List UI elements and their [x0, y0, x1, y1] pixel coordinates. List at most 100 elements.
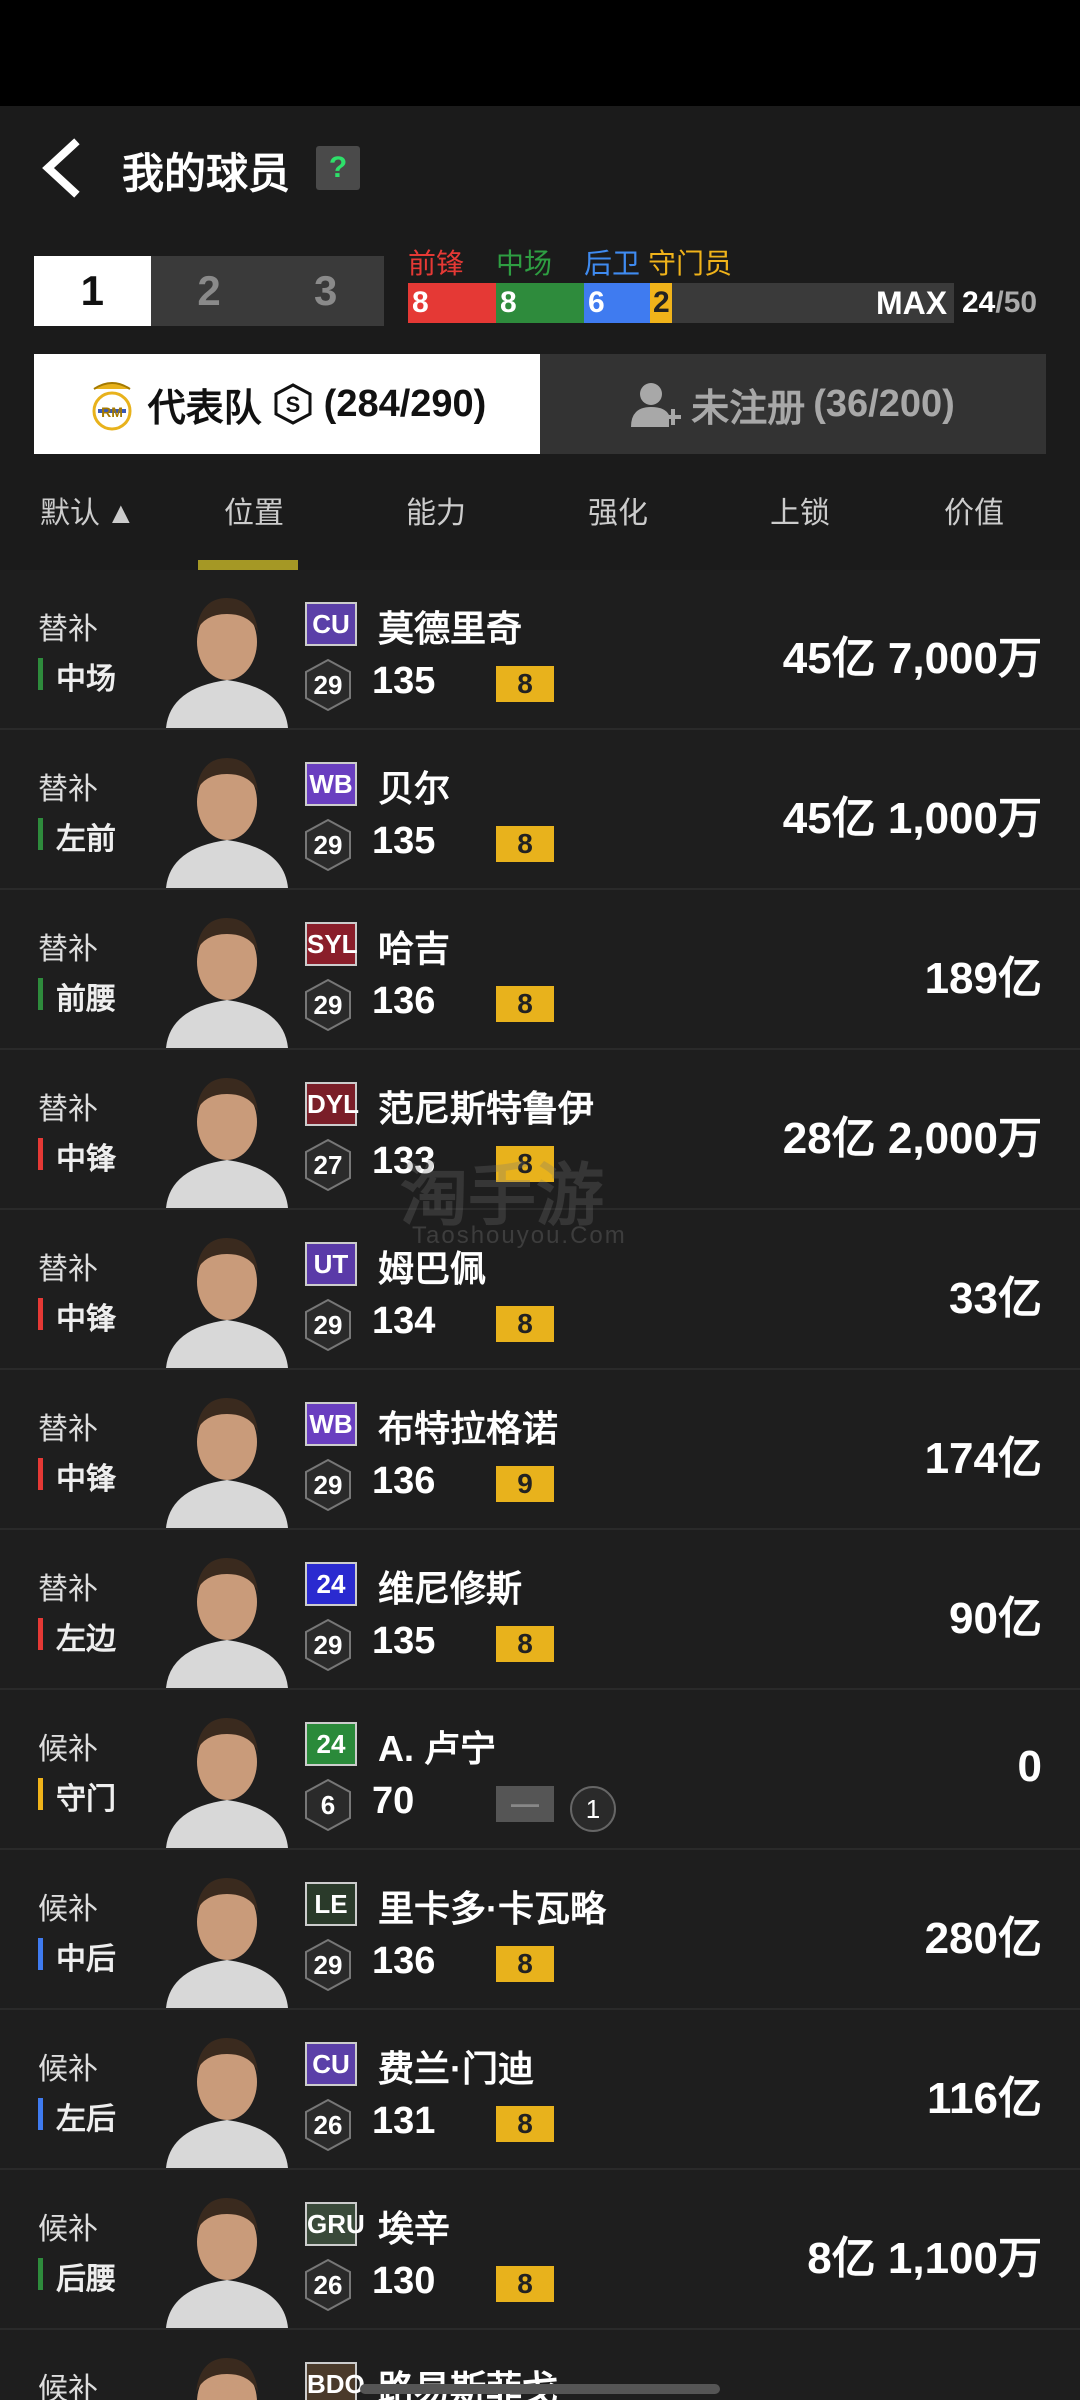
sort-position[interactable]: 位置 — [224, 488, 284, 532]
position-legend: 前锋 中场 后卫 守门员 — [408, 242, 732, 282]
squad-tabs: RM 代表队 S (284/290) 未注册 (36/200) — [34, 354, 1046, 454]
player-level: 26 — [313, 2110, 343, 2140]
player-level: 29 — [313, 670, 343, 700]
player-ovr: 135 — [372, 1620, 436, 1662]
player-row[interactable]: 候补 后腰 GRU 埃辛 26 130 8 8亿 1,100万 — [0, 2170, 1080, 2330]
player-avatar — [166, 1078, 288, 1208]
player-value: 174亿 — [924, 1434, 1042, 1483]
tab-unregistered-label: 未注册 — [691, 387, 806, 430]
player-level: 29 — [313, 1470, 343, 1500]
player-name: 哈吉 — [378, 928, 451, 969]
player-value: 0 — [1017, 1742, 1042, 1791]
player-row[interactable]: 候补 守门 24 A. 卢宁 6 70 — 1 0 — [0, 1690, 1080, 1850]
player-name: 路易斯菲戈 — [378, 2360, 558, 2400]
player-ovr: 70 — [372, 1780, 415, 1822]
player-ovr: 134 — [372, 1300, 436, 1342]
watermark-sub: Taoshouyou.Com — [412, 1222, 627, 1249]
player-level: 29 — [313, 1630, 343, 1660]
enhance-badge: — — [496, 1786, 554, 1822]
back-arrow-icon[interactable] — [36, 138, 86, 198]
help-button[interactable]: ? — [316, 146, 360, 190]
player-position: 中锋 — [38, 1294, 116, 1338]
position-count-bar: 8 8 6 2 — [408, 283, 954, 323]
player-ovr: 135 — [372, 660, 436, 702]
player-avatar — [166, 1558, 288, 1688]
player-value: 90亿 — [949, 1594, 1042, 1643]
player-status: 替补 — [38, 1413, 98, 1446]
player-avatar — [166, 758, 288, 888]
player-level: 29 — [313, 990, 343, 1020]
season-badge: WB — [305, 762, 357, 806]
player-level: 26 — [313, 2270, 343, 2300]
s-coin-icon: S — [274, 383, 312, 425]
player-position: 左后 — [38, 2094, 116, 2138]
sort-enhance[interactable]: 强化 — [588, 488, 648, 532]
player-status: 候补 — [38, 2373, 98, 2400]
season-badge: UT — [305, 1242, 357, 1286]
enhance-badge: 8 — [496, 1306, 554, 1342]
enhance-badge: 8 — [496, 2266, 554, 2302]
enhance-badge: 9 — [496, 1466, 554, 1502]
player-row[interactable]: 候补 左后 CU 费兰·门迪 26 131 8 116亿 — [0, 2010, 1080, 2170]
legend-defense: 后卫 — [584, 248, 641, 279]
page-tab-2[interactable]: 2 — [151, 256, 268, 326]
player-value: 45亿 7,000万 — [782, 634, 1042, 683]
player-ovr: 136 — [372, 1940, 436, 1982]
player-avatar — [166, 2038, 288, 2168]
player-avatar — [196, 2358, 258, 2400]
user-add-icon — [631, 383, 682, 427]
player-ovr: 131 — [372, 2100, 436, 2142]
player-level: 29 — [313, 1310, 343, 1340]
player-status: 替补 — [38, 1093, 98, 1126]
sort-lock[interactable]: 上锁 — [770, 488, 830, 532]
player-value: 33亿 — [949, 1274, 1042, 1323]
player-row[interactable]: 替补 中锋 WB 布特拉格诺 29 136 9 174亿 — [0, 1370, 1080, 1530]
player-position: 左前 — [38, 814, 116, 858]
player-status: 候补 — [38, 2213, 98, 2246]
player-status: 候补 — [38, 1733, 98, 1766]
svg-text:RM: RM — [101, 404, 123, 420]
player-value: 116亿 — [927, 2074, 1042, 2123]
player-position: 守门 — [38, 1774, 116, 1818]
season-badge: SYL — [305, 922, 358, 966]
enhance-badge: 8 — [496, 2106, 554, 2142]
player-position: 左边 — [38, 1614, 116, 1658]
enhance-badge: 8 — [496, 826, 554, 862]
season-badge: CU — [305, 2042, 357, 2086]
player-row[interactable]: 替补 前腰 SYL 哈吉 29 136 8 189亿 — [0, 890, 1080, 1050]
player-name: A. 卢宁 — [378, 1728, 497, 1769]
player-row[interactable]: 候补 中后 LE 里卡多·卡瓦略 29 136 8 280亿 — [0, 1850, 1080, 2010]
player-position: 前腰 — [38, 974, 116, 1018]
player-row[interactable]: 替补 左前 WB 贝尔 29 135 8 45亿 1,000万 — [0, 730, 1080, 890]
sort-default[interactable]: 默认 ▲ — [40, 488, 136, 532]
count-forward: 8 — [408, 283, 496, 323]
sort-ability[interactable]: 能力 — [406, 488, 466, 532]
max-label: MAX — [876, 285, 948, 321]
player-value: 8亿 1,100万 — [807, 2234, 1042, 2283]
season-badge: DYL — [305, 1082, 359, 1126]
player-name: 费兰·门迪 — [378, 2048, 534, 2089]
player-avatar — [166, 1878, 288, 2008]
player-status: 候补 — [38, 1893, 98, 1926]
legend-goalkeeper: 守门员 — [648, 248, 733, 279]
player-status: 替补 — [38, 613, 98, 646]
player-ovr: 136 — [372, 980, 436, 1022]
player-row[interactable]: 替补 中场 CU 莫德里奇 29 135 8 45亿 7,000万 — [0, 570, 1080, 730]
player-avatar — [166, 1238, 288, 1368]
player-status: 候补 — [38, 2053, 98, 2086]
page-tab-3[interactable]: 3 — [267, 256, 384, 326]
tab-registered[interactable]: RM 代表队 S (284/290) — [34, 354, 540, 454]
player-position: 中锋 — [38, 1134, 116, 1178]
player-value: 280亿 — [924, 1914, 1042, 1963]
enhance-badge: 8 — [496, 986, 554, 1022]
sort-value[interactable]: 价值 — [944, 488, 1004, 532]
player-level: 29 — [313, 1950, 343, 1980]
page-title: 我的球员 — [122, 150, 291, 197]
tab-unregistered[interactable]: 未注册 (36/200) — [540, 354, 1046, 454]
scrollbar[interactable] — [360, 2384, 720, 2394]
player-position: 后腰 — [38, 2254, 116, 2298]
player-row[interactable]: 替补 左边 24 维尼修斯 29 135 8 90亿 — [0, 1530, 1080, 1690]
page-tab-1[interactable]: 1 — [34, 256, 151, 326]
enhance-badge: 8 — [496, 666, 554, 702]
club-crest-icon: RM — [92, 382, 132, 431]
